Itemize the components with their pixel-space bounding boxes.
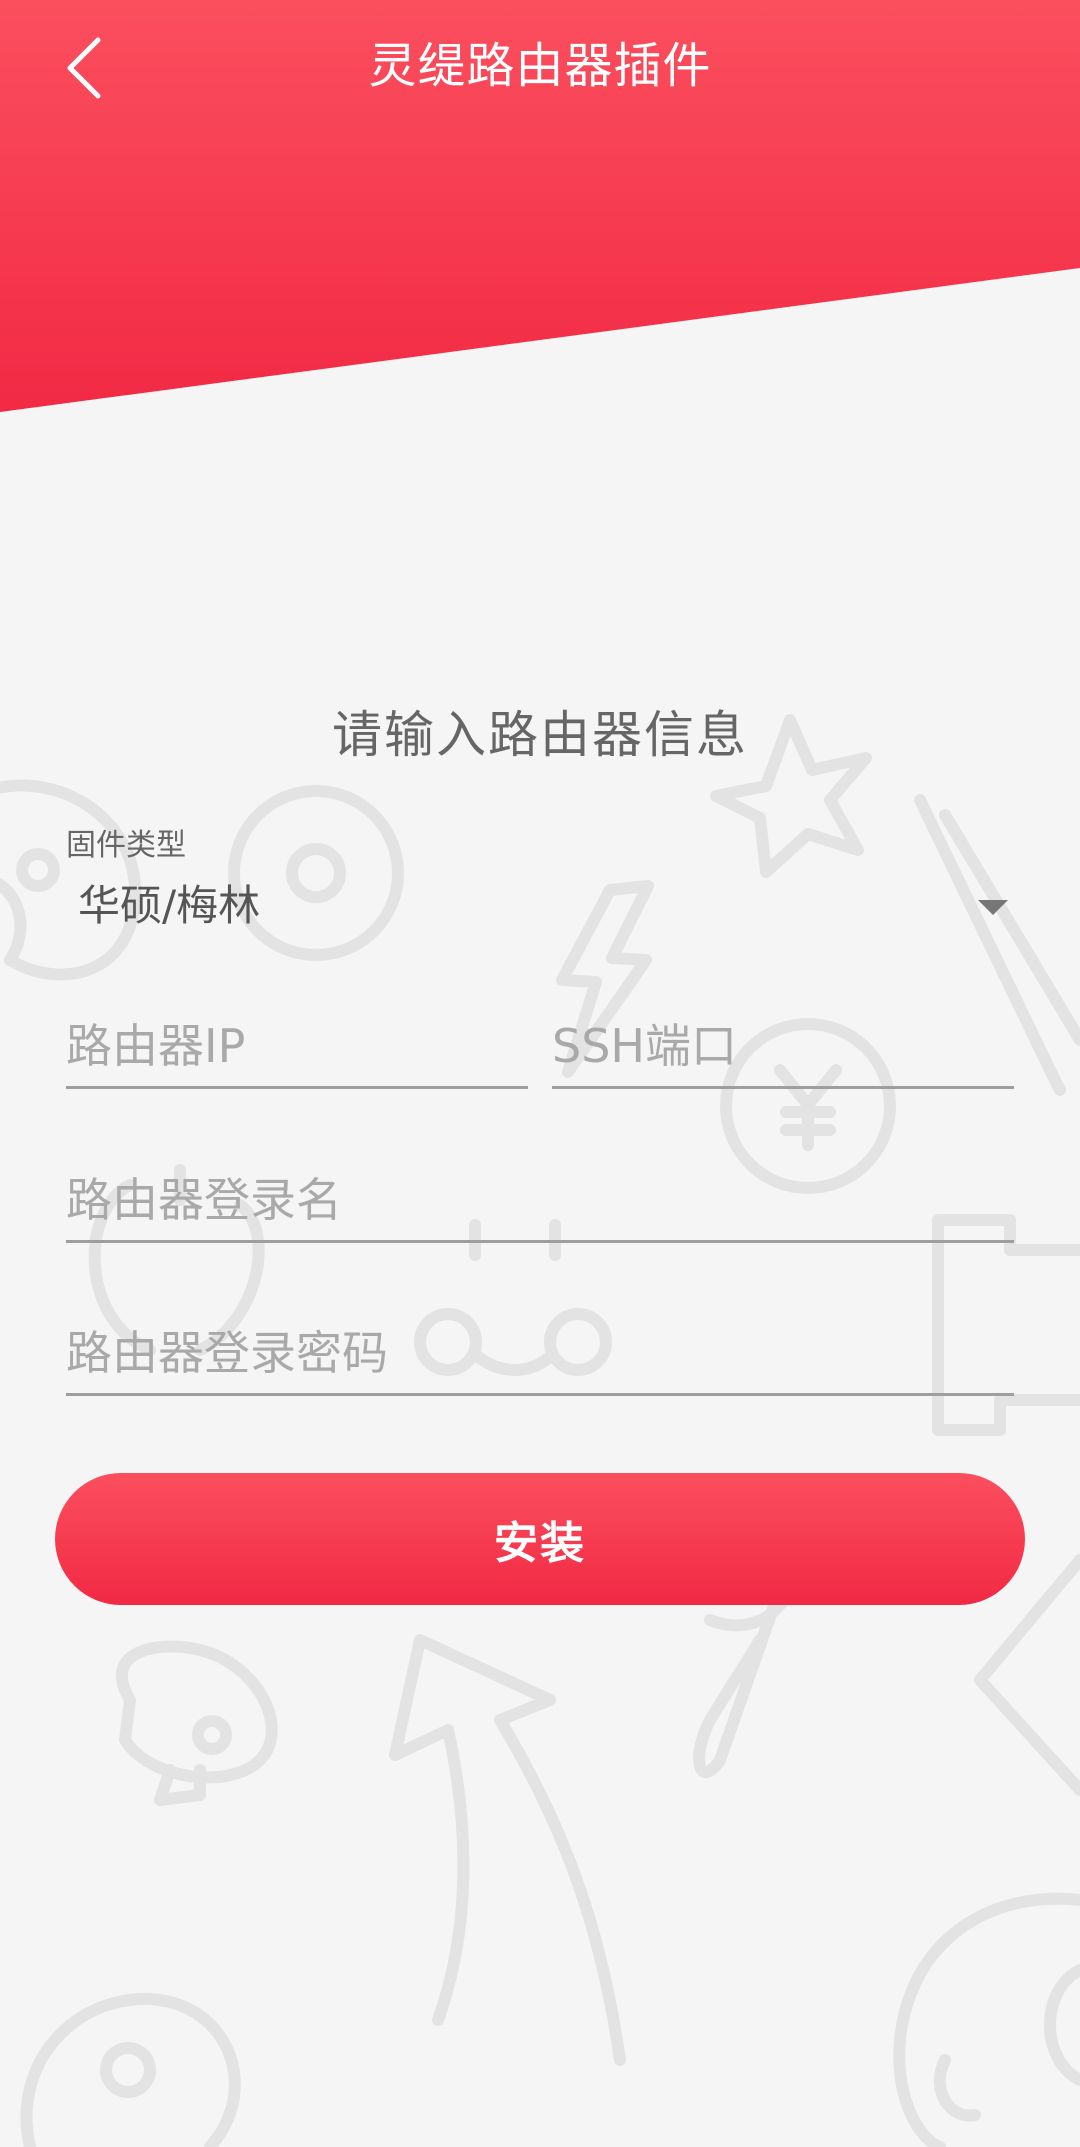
firmware-type-value: 华硕/梅林 <box>78 881 261 930</box>
router-ip-input[interactable] <box>66 1016 528 1076</box>
form-heading: 请输入路由器信息 <box>332 706 748 764</box>
doodle-chevron-icon <box>974 1554 1080 1796</box>
login-password-field[interactable] <box>66 1303 1014 1396</box>
doodle-mushroom-icon <box>116 1640 278 1806</box>
firmware-type-label: 固件类型 <box>66 828 186 863</box>
ssh-port-input[interactable] <box>552 1016 1014 1076</box>
router-ip-field[interactable] <box>66 996 528 1089</box>
page: 灵缇路由器插件 请输入路由器信息 固件类型 华硕/梅林 安装 <box>0 0 1080 2147</box>
page-title: 灵缇路由器插件 <box>368 38 712 94</box>
doodle-shell-icon <box>893 1892 1080 2147</box>
doodle-dot-icon <box>16 848 60 892</box>
doodle-arrow-icon <box>389 1634 626 2066</box>
login-name-field[interactable] <box>66 1150 1014 1243</box>
caret-down-icon <box>978 900 1008 915</box>
doodle-bubble-icon <box>20 1993 241 2147</box>
login-name-input[interactable] <box>66 1170 1014 1230</box>
login-password-input[interactable] <box>66 1323 1014 1383</box>
ssh-port-field[interactable] <box>552 996 1014 1089</box>
firmware-type-select[interactable]: 华硕/梅林 <box>66 870 1014 942</box>
install-button[interactable]: 安装 <box>55 1473 1025 1605</box>
firmware-type-field: 固件类型 华硕/梅林 <box>66 822 1014 942</box>
